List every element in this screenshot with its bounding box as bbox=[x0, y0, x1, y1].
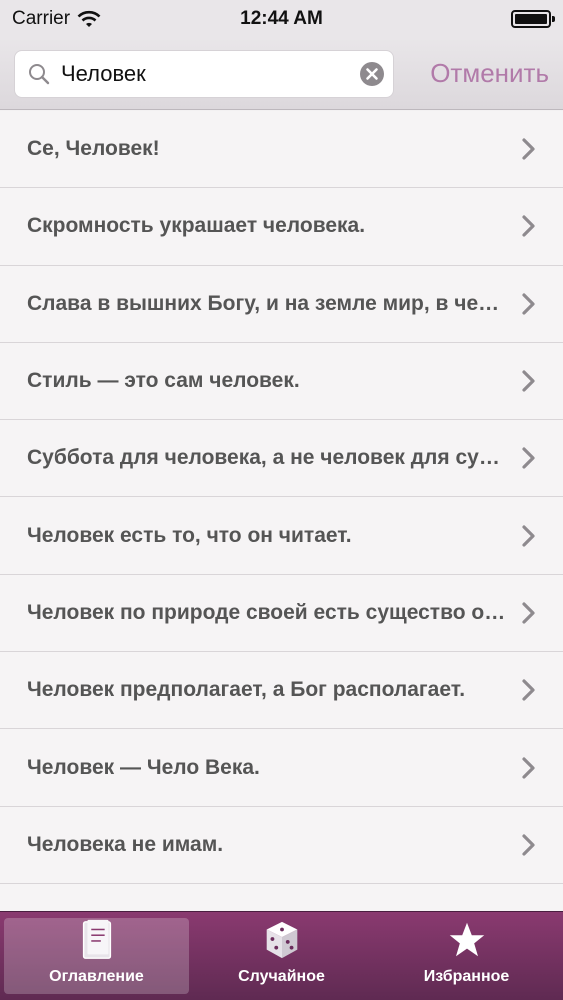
list-item-label: Человек по природе своей есть существо о… bbox=[27, 600, 521, 624]
list-item-label: Человека не имам. bbox=[27, 832, 224, 856]
tab-random[interactable]: Случайное bbox=[189, 918, 374, 994]
dice-icon bbox=[266, 921, 297, 959]
book-icon bbox=[82, 919, 111, 959]
list-item[interactable]: Человек по природе своей есть существо о… bbox=[0, 575, 563, 653]
carrier-label: Carrier bbox=[12, 8, 71, 29]
chevron-right-icon bbox=[522, 138, 535, 160]
search-input[interactable] bbox=[61, 60, 349, 87]
status-left: Carrier bbox=[12, 8, 102, 30]
chevron-right-icon bbox=[522, 293, 535, 315]
list-item[interactable]: Человек есть то, что он читает. bbox=[0, 497, 563, 575]
chevron-right-icon bbox=[522, 679, 535, 701]
list-item-label: Се, Человек! bbox=[27, 137, 160, 161]
chevron-right-icon bbox=[522, 370, 535, 392]
tab-label: Оглавление bbox=[49, 968, 144, 985]
chevron-right-icon bbox=[522, 602, 535, 624]
list-item[interactable]: Человека не имам. bbox=[0, 807, 563, 884]
list-item[interactable]: Се, Человек! bbox=[0, 111, 563, 189]
list-item[interactable]: Человек предполагает, а Бог располагает. bbox=[0, 652, 563, 730]
tab-bar: Оглавление Случайное Избранное bbox=[0, 911, 563, 1000]
star-icon bbox=[449, 922, 484, 957]
chevron-right-icon bbox=[522, 215, 535, 238]
tab-label: Избранное bbox=[423, 968, 510, 985]
list-item-label: Стиль — это сам человек. bbox=[27, 369, 300, 393]
search-header: Отменить bbox=[0, 38, 563, 110]
list-item-label: Суббота для человека, а не человек для с… bbox=[27, 446, 521, 470]
tab-favorites[interactable]: Избранное bbox=[374, 918, 559, 994]
list-item[interactable]: Суббота для человека, а не человек для с… bbox=[0, 420, 563, 498]
search-box[interactable] bbox=[14, 49, 394, 98]
list-item-label: Человек — Чело Века. bbox=[27, 755, 260, 779]
list-item-label: Человек предполагает, а Бог располагает. bbox=[27, 678, 466, 702]
search-icon bbox=[29, 63, 50, 84]
chevron-right-icon bbox=[522, 447, 535, 469]
chevron-right-icon bbox=[522, 756, 535, 779]
list-item[interactable]: Слава в вышних Богу, и на земле мир, в ч… bbox=[0, 266, 563, 343]
status-bar: Carrier 12:44 AM bbox=[0, 0, 563, 38]
battery-fill bbox=[515, 14, 547, 24]
tab-label: Случайное bbox=[238, 968, 325, 985]
wifi-icon bbox=[77, 10, 101, 27]
list-item-label: Слава в вышних Богу, и на земле мир, в ч… bbox=[27, 291, 521, 315]
clear-icon[interactable] bbox=[359, 61, 385, 87]
tab-contents[interactable]: Оглавление bbox=[4, 918, 189, 994]
result-list: Се, Человек! Скромность украшает человека… bbox=[0, 111, 563, 911]
chevron-right-icon bbox=[522, 525, 535, 547]
battery-icon bbox=[511, 10, 555, 28]
list-item-label: Человек есть то, что он читает. bbox=[27, 523, 352, 547]
list-item-label: Скромность украшает человека. bbox=[27, 214, 366, 238]
list-item[interactable]: Человек — Чело Века. bbox=[0, 729, 563, 807]
chevron-right-icon bbox=[522, 834, 535, 856]
list-item[interactable]: Скромность украшает человека. bbox=[0, 188, 563, 266]
cancel-button[interactable]: Отменить bbox=[430, 58, 549, 89]
list-item[interactable]: Стиль — это сам человек. bbox=[0, 343, 563, 421]
